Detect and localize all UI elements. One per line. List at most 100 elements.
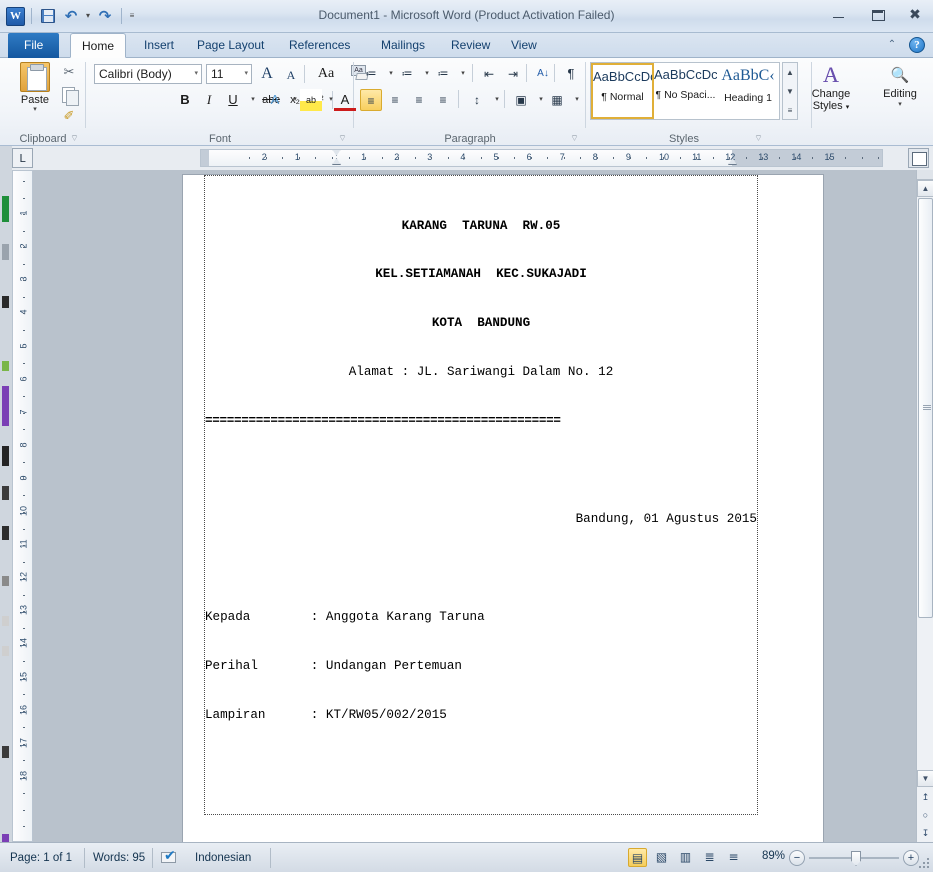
proofing-errors-button[interactable]: ✔: [160, 849, 180, 867]
view-print-layout-button[interactable]: ▤: [628, 848, 647, 867]
scroll-up-button[interactable]: ▲: [917, 180, 933, 197]
scroll-thumb[interactable]: [918, 198, 933, 618]
ruler-tick: [745, 157, 747, 159]
styles-more-button[interactable]: ≡: [783, 101, 797, 120]
justify-button[interactable]: ≡: [432, 89, 454, 111]
grow-font-button[interactable]: A: [256, 64, 278, 84]
horizontal-ruler[interactable]: 211234567891011121314151718: [200, 149, 883, 167]
align-right-button[interactable]: ≡: [408, 89, 430, 111]
tab-home[interactable]: Home: [70, 33, 127, 58]
change-case-button[interactable]: Aa: [310, 64, 342, 84]
tab-references[interactable]: References: [278, 33, 361, 58]
bullets-button[interactable]: ≔: [360, 63, 382, 85]
view-draft-button[interactable]: ≡: [724, 848, 743, 867]
view-web-layout-button[interactable]: ▥: [676, 848, 695, 867]
vruler-tick: [23, 627, 25, 629]
document-text[interactable]: KARANG TARUNA RW.05 KEL.SETIAMANAH KEC.S…: [205, 185, 757, 872]
clipboard-dialog-launcher[interactable]: ⌔: [69, 133, 80, 144]
tab-stop-selector[interactable]: L: [12, 148, 33, 168]
zoom-in-button[interactable]: +: [903, 850, 919, 866]
style-item-heading1[interactable]: AaBbC‹ Heading 1: [717, 63, 779, 119]
page-indicator[interactable]: Page: 1 of 1: [10, 849, 72, 867]
split-window-handle[interactable]: [917, 170, 933, 180]
align-center-button[interactable]: ≡: [384, 89, 406, 111]
tab-file[interactable]: File: [8, 33, 60, 58]
close-button[interactable]: ✖: [903, 5, 927, 25]
resize-grip[interactable]: [919, 858, 931, 870]
help-icon[interactable]: ?: [909, 37, 925, 53]
zoom-level-label[interactable]: 89%: [762, 850, 785, 862]
vruler-label: 15: [18, 671, 29, 682]
font-dialog-launcher[interactable]: ⌔: [337, 133, 348, 144]
format-painter-icon[interactable]: ✐: [58, 106, 80, 128]
vruler-label: 2: [18, 243, 29, 249]
title-bar: W ↶ ▾ ↷ ≡ Document1 - Microsoft Word (Pr…: [0, 0, 933, 33]
ruler-tick: [580, 157, 582, 159]
vertical-scrollbar[interactable]: ▲ ▼ ↥ ○ ↧: [916, 170, 933, 842]
paste-caret-icon[interactable]: ▾: [12, 105, 58, 113]
ruler-ticks: 211234567891011121314151718: [201, 150, 882, 166]
strikethrough-button[interactable]: abc: [260, 89, 282, 111]
restore-button[interactable]: [865, 5, 889, 25]
view-outline-button[interactable]: ≣: [700, 848, 719, 867]
superscript-button[interactable]: x²: [308, 89, 330, 111]
scroll-down-button[interactable]: ▼: [917, 770, 933, 787]
vertical-ruler[interactable]: 1 2 3 4 5 6 7 8 9 10 11 12 13 14 15 16 17 18: [12, 170, 33, 842]
view-ruler-button[interactable]: [908, 148, 929, 168]
bold-button[interactable]: B: [174, 89, 196, 111]
shrink-font-button[interactable]: A: [280, 64, 302, 84]
view-full-screen-reading-button[interactable]: ▧: [652, 848, 671, 867]
next-page-button[interactable]: ↧: [917, 824, 933, 842]
tab-page-layout[interactable]: Page Layout: [186, 33, 275, 58]
paragraph-dialog-launcher[interactable]: ⌔: [569, 133, 580, 144]
tab-mailings[interactable]: Mailings: [370, 33, 436, 58]
style-item-no-spacing[interactable]: AaBbCcDc ¶ No Spaci...: [654, 63, 717, 119]
multilevel-list-button[interactable]: ≔: [432, 63, 454, 85]
subscript-button[interactable]: x₂: [284, 89, 306, 111]
tab-insert[interactable]: Insert: [133, 33, 185, 58]
minimize-ribbon-button[interactable]: ⌃: [885, 38, 899, 52]
copy-icon[interactable]: [58, 84, 80, 106]
zoom-out-button[interactable]: −: [789, 850, 805, 866]
styles-scroll-up-button[interactable]: ▲: [783, 63, 797, 82]
document-page[interactable]: KARANG TARUNA RW.05 KEL.SETIAMANAH KEC.S…: [183, 175, 823, 872]
style-item-normal[interactable]: AaBbCcDc ¶ Normal: [591, 63, 654, 119]
change-styles-caret-icon[interactable]: ▾: [846, 104, 850, 111]
cut-icon[interactable]: ✂: [58, 62, 80, 84]
paste-button[interactable]: Paste ▾: [12, 62, 58, 113]
show-formatting-marks-button[interactable]: ¶: [560, 63, 582, 85]
chevron-down-icon[interactable]: ▾: [194, 65, 198, 83]
sort-button[interactable]: A↓: [532, 63, 554, 85]
font-size-combo[interactable]: 11 ▾: [206, 64, 252, 84]
editing-button[interactable]: 🔍 Editing ▾: [874, 62, 926, 108]
word-count[interactable]: Words: 95: [93, 849, 145, 867]
vruler-tick: [23, 760, 25, 762]
align-left-button[interactable]: ≡: [360, 89, 382, 111]
zoom-slider-thumb[interactable]: [851, 851, 861, 866]
ruler-tick: [381, 157, 383, 159]
styles-scroll-down-button[interactable]: ▼: [783, 82, 797, 101]
styles-dialog-launcher[interactable]: ⌔: [753, 133, 764, 144]
language-indicator[interactable]: Indonesian: [195, 849, 251, 867]
font-name-combo[interactable]: Calibri (Body) ▾: [94, 64, 202, 84]
shading-button[interactable]: ▣: [510, 89, 532, 111]
italic-button[interactable]: I: [198, 89, 220, 111]
numbering-button[interactable]: ≔: [396, 63, 418, 85]
tab-review[interactable]: Review: [440, 33, 501, 58]
underline-button[interactable]: U: [222, 89, 244, 111]
editing-caret-icon[interactable]: ▾: [874, 100, 926, 108]
borders-button[interactable]: ▦: [546, 89, 568, 111]
select-browse-object-button[interactable]: ○: [917, 806, 933, 824]
previous-page-button[interactable]: ↥: [917, 788, 933, 806]
vruler-tick: [23, 776, 25, 778]
tab-view[interactable]: View: [500, 33, 548, 58]
multilevel-caret-icon[interactable]: ▾: [452, 63, 474, 85]
decrease-indent-button[interactable]: ⇤: [478, 63, 500, 85]
chevron-down-icon[interactable]: ▾: [244, 65, 248, 83]
minimize-button[interactable]: [827, 5, 851, 25]
zoom-slider[interactable]: − +: [789, 850, 919, 866]
increase-indent-button[interactable]: ⇥: [502, 63, 524, 85]
ruler-tick: [828, 157, 830, 159]
vruler-label: 3: [18, 276, 29, 282]
line-spacing-button[interactable]: ↕: [466, 89, 488, 111]
